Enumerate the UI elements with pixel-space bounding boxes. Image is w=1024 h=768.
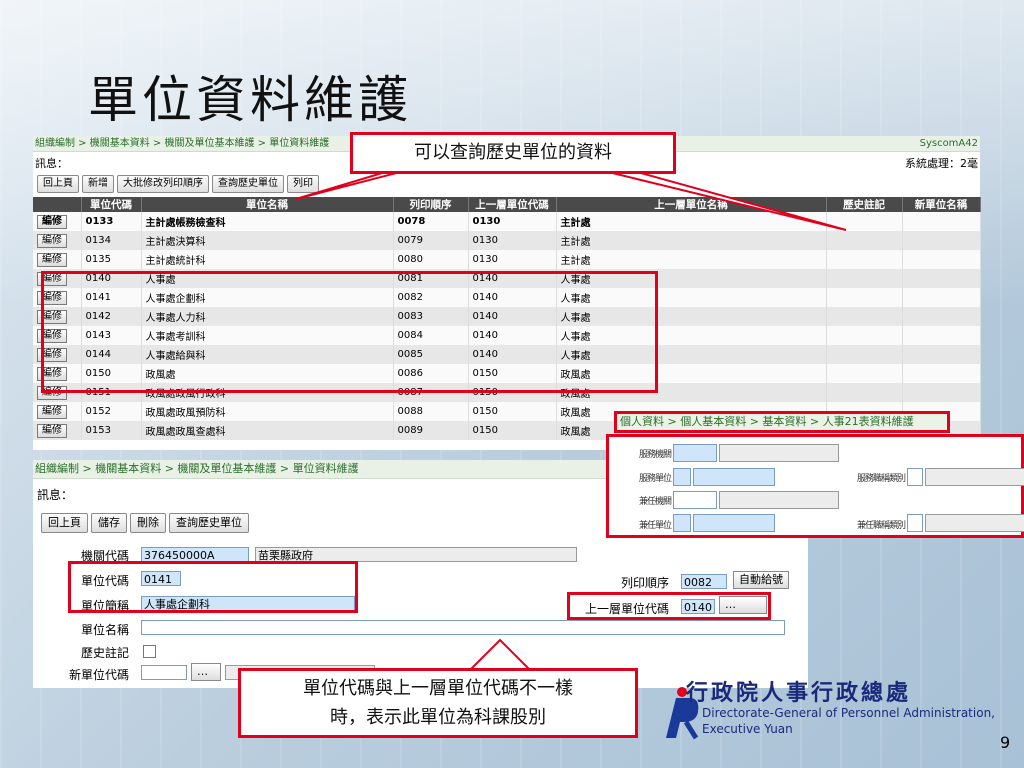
- callout-line-1: 單位代碼與上一層單位代碼不一樣: [303, 678, 573, 699]
- page-number: 9: [1000, 733, 1011, 752]
- logo-english-line-2: Executive Yuan: [702, 722, 793, 736]
- callout-pointer-left: [295, 169, 409, 200]
- callout-pointer-right: [599, 169, 847, 231]
- logo-chinese-name: 行政院人事行政總處: [686, 680, 912, 706]
- dgpa-logo: 行政院人事行政總處 Directorate-General of Personn…: [660, 672, 1020, 742]
- callout-pointer-bottom: [467, 638, 533, 671]
- unit-code-explanation-callout: 單位代碼與上一層單位代碼不一樣 時，表示此單位為科課股別: [238, 668, 638, 738]
- logo-english-line-1: Directorate-General of Personnel Adminis…: [702, 706, 995, 720]
- history-query-callout: 可以查詢歷史單位的資料: [350, 132, 676, 174]
- callout-lines: [295, 169, 847, 671]
- callout-line-2: 時，表示此單位為科課股別: [330, 707, 546, 728]
